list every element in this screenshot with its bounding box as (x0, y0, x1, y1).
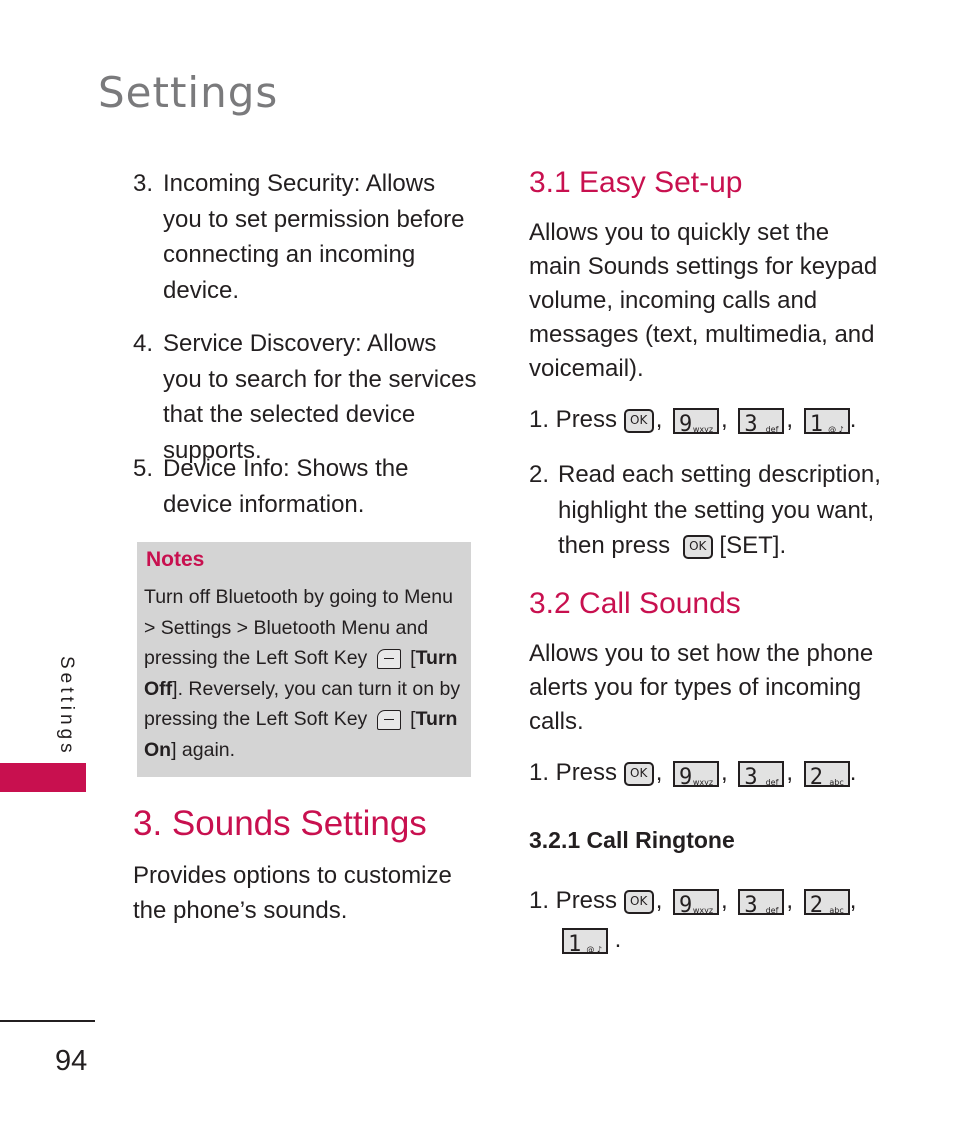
notes-box: Notes Turn off Bluetooth by going to Men… (137, 542, 471, 777)
key-letters: wxyz (692, 777, 714, 787)
key-digit: 3 (744, 764, 758, 790)
notes-text: Turn off Bluetooth by going to Menu > Se… (144, 586, 453, 669)
list-item: 3. Incoming Security: Allows you to set … (133, 166, 478, 308)
easy-setup-step-1: 1. Press OK, 9 wxyz, 3 def, 1 @ ♪. (529, 402, 856, 438)
notes-body: Turn off Bluetooth by going to Menu > Se… (144, 586, 461, 761)
call-sounds-step-1: 1. Press OK, 9 wxyz, 3 def, 2 abc. (529, 755, 856, 791)
key-digit: 2 (809, 892, 823, 918)
step-number: 2. (529, 461, 550, 488)
step-label: 1. Press (529, 406, 618, 433)
call-ringtone-step-1-cont: 1 @ ♪ . (562, 922, 621, 958)
key-2-icon: 2 abc (803, 760, 850, 790)
key-9-icon: 9 wxyz (673, 888, 720, 918)
key-digit: 9 (679, 764, 693, 790)
page-title: Settings (98, 68, 279, 117)
step-text: Read each setting description, highlight… (558, 461, 881, 559)
side-tab-marker (0, 763, 86, 792)
side-tab-label: Settings (56, 656, 77, 757)
easy-setup-step-2: 2. Read each setting description, highli… (529, 457, 889, 564)
easy-setup-description: Allows you to quickly set the main Sound… (529, 219, 878, 382)
step-label: 1. Press (529, 887, 618, 914)
key-letters: @ ♪ (586, 944, 602, 954)
notes-text: again. (176, 738, 236, 761)
list-item: 4. Service Discovery: Allows you to sear… (133, 326, 478, 468)
ok-key-icon: OK (623, 889, 654, 914)
key-letters: wxyz (692, 424, 714, 434)
key-1-icon: 1 @ ♪ (803, 407, 850, 437)
list-item-text: Device Info: Shows the device informatio… (163, 455, 409, 518)
key-letters: def (765, 777, 779, 787)
key-letters: def (765, 424, 779, 434)
key-3-icon: 3 def (738, 407, 785, 437)
list-item-number: 4. (133, 330, 154, 357)
key-2-icon: 2 abc (803, 888, 850, 918)
key-digit: 1 (568, 931, 582, 957)
footer-divider (0, 1020, 95, 1022)
key-digit: 3 (744, 411, 758, 437)
call-ringtone-step-1: 1. Press OK, 9 wxyz, 3 def, 2 abc, (529, 883, 856, 919)
call-sounds-description: Allows you to set how the phone alerts y… (529, 640, 874, 735)
list-item: 5. Device Info: Shows the device informa… (133, 451, 478, 522)
left-soft-key-icon (376, 648, 401, 669)
left-soft-key-icon (376, 709, 401, 730)
key-1-icon: 1 @ ♪ (562, 927, 608, 957)
ok-key-icon: OK (623, 761, 654, 786)
subsection-heading-easy-setup: 3.1 Easy Set-up (529, 166, 743, 199)
key-digit: 2 (809, 764, 823, 790)
page-number: 94 (55, 1045, 88, 1077)
section-heading: 3. Sounds Settings (133, 804, 427, 843)
key-letters: @ ♪ (828, 424, 844, 434)
key-digit: 9 (679, 892, 693, 918)
key-digit: 3 (744, 892, 758, 918)
notes-text: . Reversely, you can turn it on by press… (144, 677, 461, 731)
list-item-text: Service Discovery: Allows you to search … (163, 330, 477, 464)
key-3-icon: 3 def (738, 888, 785, 918)
key-3-icon: 3 def (738, 760, 785, 790)
set-action-label: SET (726, 532, 773, 559)
key-letters: def (765, 905, 779, 915)
key-9-icon: 9 wxyz (673, 760, 720, 790)
step-label: 1. Press (529, 759, 618, 786)
notes-title: Notes (146, 548, 205, 571)
subsection-heading-call-sounds: 3.2 Call Sounds (529, 587, 741, 620)
key-9-icon: 9 wxyz (673, 407, 720, 437)
section-description: Provides options to customize the phone’… (133, 862, 452, 924)
key-letters: abc (829, 777, 844, 787)
key-digit: 1 (809, 411, 823, 437)
ok-key-icon: OK (623, 408, 654, 433)
key-digit: 9 (679, 411, 693, 437)
key-letters: abc (829, 905, 844, 915)
ok-key-icon: OK (682, 534, 713, 559)
list-item-number: 5. (133, 455, 154, 482)
list-item-text: Incoming Security: Allows you to set per… (163, 170, 465, 304)
subsubsection-heading-call-ringtone: 3.2.1 Call Ringtone (529, 827, 735, 853)
key-letters: wxyz (692, 905, 714, 915)
list-item-number: 3. (133, 170, 154, 197)
